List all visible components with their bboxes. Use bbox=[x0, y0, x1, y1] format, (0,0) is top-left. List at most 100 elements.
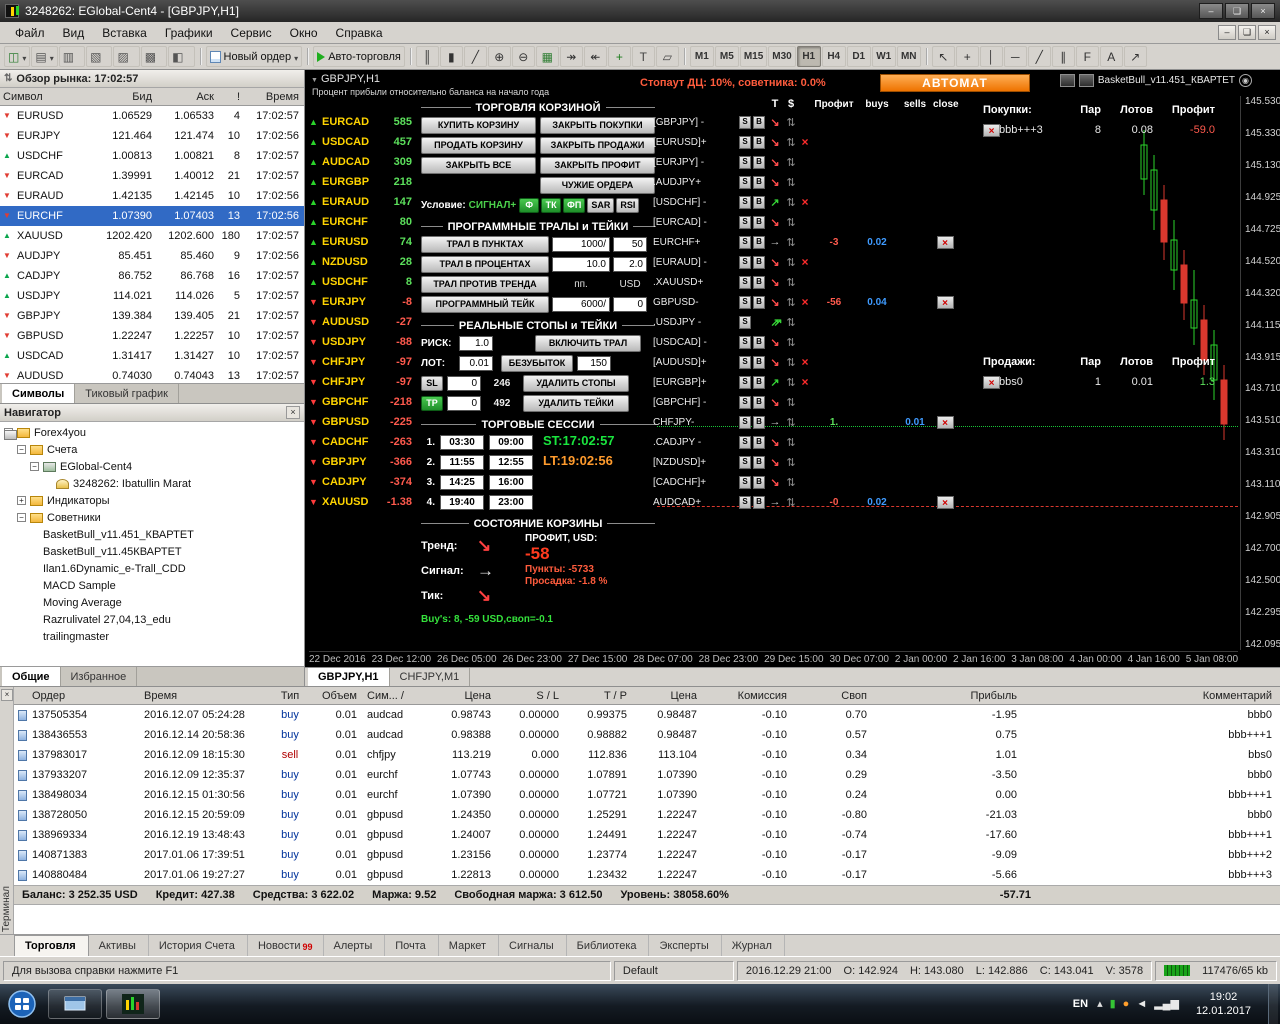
terminal-tray-icon[interactable]: ▮ bbox=[1110, 998, 1116, 1010]
session-to-input[interactable]: 16:00 bbox=[489, 474, 533, 490]
terminal-tab[interactable]: Эксперты bbox=[649, 935, 722, 956]
menu-item[interactable]: Файл bbox=[6, 23, 54, 43]
mdi-restore-button[interactable]: ❏ bbox=[1238, 25, 1256, 40]
volume-tray-icon[interactable]: ◄ bbox=[1136, 998, 1147, 1010]
terminal-close-button[interactable]: × bbox=[1, 689, 13, 701]
templates-icon[interactable]: ▱ bbox=[655, 46, 679, 67]
buy-pair-button[interactable]: B bbox=[753, 495, 765, 509]
line-chart-icon[interactable]: ╱ bbox=[463, 46, 487, 67]
new-order-button[interactable]: Новый ордер bbox=[205, 46, 303, 67]
mail-icon[interactable] bbox=[1078, 74, 1094, 87]
maximize-button[interactable]: ❏ bbox=[1225, 3, 1249, 19]
column-time[interactable]: Время bbox=[144, 690, 269, 702]
basket-button[interactable]: КУПИТЬ КОРЗИНУ bbox=[421, 116, 536, 134]
menu-item[interactable]: Сервис bbox=[222, 23, 281, 43]
tree-expander[interactable] bbox=[30, 462, 39, 471]
auto-scroll-icon[interactable]: ↠ bbox=[559, 46, 583, 67]
periods-icon[interactable]: T bbox=[631, 46, 655, 67]
taskbar-clock[interactable]: 19:02 12.01.2017 bbox=[1188, 990, 1259, 1018]
sell-pair-button[interactable]: S bbox=[739, 155, 751, 169]
tree-expander[interactable] bbox=[17, 445, 26, 454]
basket-button[interactable]: ЗАКРЫТЬ ВСЕ bbox=[421, 156, 536, 174]
buy-pair-button[interactable]: B bbox=[753, 195, 765, 209]
navigator-close-button[interactable]: × bbox=[286, 406, 300, 419]
market-watch-row[interactable]: EURCHF 1.07390 1.07403 13 17:02:56 bbox=[0, 206, 304, 226]
timeframe-button[interactable]: MN bbox=[896, 46, 921, 67]
timeframe-button[interactable]: D1 bbox=[846, 46, 871, 67]
delete-takes-button[interactable]: УДАЛИТЬ ТЕЙКИ bbox=[523, 394, 629, 412]
chart-tab[interactable]: CHFJPY,M1 bbox=[390, 668, 471, 686]
chart-tab[interactable]: GBPJPY,H1 bbox=[308, 668, 390, 686]
close-pair-button[interactable] bbox=[936, 235, 954, 249]
navigator-item[interactable]: BasketBull_v11.451_КВАРТЕТ bbox=[0, 430, 304, 543]
basket-button[interactable]: ЧУЖИЕ ОРДЕРА bbox=[540, 176, 655, 194]
terminal-tab[interactable]: Сигналы bbox=[499, 935, 567, 956]
buy-pair-button[interactable]: B bbox=[753, 275, 765, 289]
ea-smiley-icon[interactable]: ◉ bbox=[1239, 74, 1252, 87]
trendline-icon[interactable]: ╱ bbox=[1027, 46, 1051, 67]
show-desktop-button[interactable] bbox=[1268, 984, 1278, 1024]
buy-pair-button[interactable]: B bbox=[753, 375, 765, 389]
profiles-icon[interactable]: ▤ bbox=[31, 46, 58, 67]
close-buys-button[interactable] bbox=[983, 123, 1000, 137]
sms-icon[interactable] bbox=[1059, 74, 1075, 87]
language-indicator[interactable]: EN bbox=[1073, 998, 1088, 1010]
tral-button[interactable]: ПРОГРАММНЫЙ ТЕЙК bbox=[421, 295, 549, 313]
terminal-tab[interactable]: Маркет bbox=[439, 935, 500, 956]
menu-item[interactable]: Справка bbox=[327, 23, 392, 43]
timeframe-button[interactable]: M1 bbox=[689, 46, 714, 67]
sell-pair-button[interactable]: S bbox=[739, 195, 751, 209]
buy-pair-button[interactable]: B bbox=[753, 455, 765, 469]
basket-button[interactable]: ЗАКРЫТЬ ПРОФИТ bbox=[540, 156, 655, 174]
condition-toggle[interactable]: SAR bbox=[587, 197, 615, 213]
candlestick-chart-icon[interactable]: ▮ bbox=[439, 46, 463, 67]
timeframe-button[interactable]: W1 bbox=[871, 46, 896, 67]
menu-item[interactable]: Графики bbox=[156, 23, 222, 43]
tral-input-1[interactable]: 1000/ bbox=[552, 236, 610, 252]
sell-pair-button[interactable]: S bbox=[739, 415, 751, 429]
autotrading-button[interactable]: Авто-торговля bbox=[313, 46, 405, 67]
terminal-tab[interactable]: История Счета bbox=[149, 935, 248, 956]
column-spread[interactable]: ! bbox=[214, 91, 240, 103]
risk-input[interactable]: 1.0 bbox=[459, 335, 493, 351]
tile-windows-icon[interactable]: ▦ bbox=[535, 46, 559, 67]
buy-pair-button[interactable]: B bbox=[753, 175, 765, 189]
menu-item[interactable]: Вставка bbox=[93, 23, 156, 43]
market-watch-row[interactable]: XAUUSD 1202.420 1202.600 180 17:02:57 bbox=[0, 226, 304, 246]
buy-pair-button[interactable]: B bbox=[753, 115, 765, 129]
navigator-item[interactable]: MACD Sample bbox=[0, 430, 304, 594]
session-from-input[interactable]: 19:40 bbox=[440, 494, 484, 510]
close-sells-button[interactable] bbox=[983, 375, 1000, 389]
navigator-item[interactable]: BasketBull_v11.45КВАРТЕТ bbox=[0, 430, 304, 560]
cursor-icon[interactable]: ↖ bbox=[931, 46, 955, 67]
market-watch-row[interactable]: AUDJPY 85.451 85.460 9 17:02:56 bbox=[0, 246, 304, 266]
column-profit[interactable]: Прибыль bbox=[867, 690, 1017, 702]
condition-toggle[interactable]: RSI bbox=[616, 197, 640, 213]
zoom-out-icon[interactable]: ⊖ bbox=[511, 46, 535, 67]
tral-button[interactable]: ТРАЛ ПРОТИВ ТРЕНДА bbox=[421, 275, 549, 293]
sell-pair-button[interactable]: S bbox=[739, 295, 751, 309]
hidden-icons-chevron[interactable]: ▴ bbox=[1097, 998, 1103, 1010]
profile-name[interactable]: Default bbox=[613, 960, 734, 981]
navigator-tab[interactable]: Общие bbox=[2, 667, 61, 686]
tral-input-1[interactable]: пп. bbox=[552, 277, 610, 292]
tp-chip[interactable]: ТР bbox=[421, 395, 443, 411]
basket-button[interactable]: ПРОДАТЬ КОРЗИНУ bbox=[421, 136, 536, 154]
vertical-line-icon[interactable]: │ bbox=[979, 46, 1003, 67]
navigator-item[interactable]: Razrulivatel 27,04,13_edu bbox=[0, 430, 304, 628]
text-tool-icon[interactable]: A bbox=[1099, 46, 1123, 67]
market-watch-row[interactable]: USDCHF 1.00813 1.00821 8 17:02:57 bbox=[0, 146, 304, 166]
condition-toggle[interactable]: Ф bbox=[519, 197, 540, 213]
terminal-tab[interactable]: Почта bbox=[385, 935, 439, 956]
terminal-tab[interactable]: Новости 99 bbox=[248, 935, 324, 956]
market-watch-row[interactable]: AUDUSD 0.74030 0.74043 13 17:02:57 bbox=[0, 366, 304, 383]
sell-pair-button[interactable]: S bbox=[739, 255, 751, 269]
mdi-minimize-button[interactable]: – bbox=[1218, 25, 1236, 40]
close-pair-button[interactable] bbox=[936, 495, 954, 509]
condition-toggle[interactable]: ФП bbox=[563, 197, 586, 213]
buy-pair-button[interactable]: B bbox=[753, 475, 765, 489]
navigator-item[interactable]: Moving Average bbox=[0, 430, 304, 611]
column-tp[interactable]: T / P bbox=[559, 690, 627, 702]
arrow-tool-icon[interactable]: ↗ bbox=[1123, 46, 1147, 67]
navigator-tab[interactable]: Избранное bbox=[61, 667, 138, 686]
